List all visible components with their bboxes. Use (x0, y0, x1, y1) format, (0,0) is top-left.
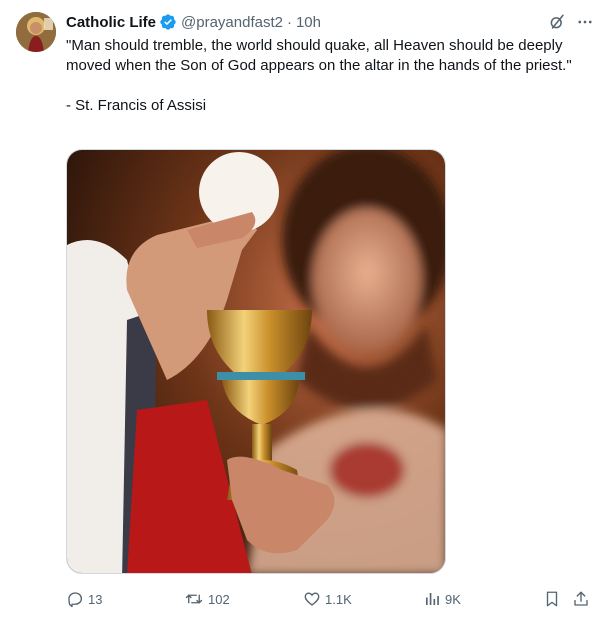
repost-icon (185, 594, 203, 604)
eucharist-chalice-photo-icon (67, 150, 445, 573)
tweet-text: "Man should tremble, the world should qu… (66, 37, 572, 114)
heart-icon (304, 592, 320, 606)
reply-count: 13 (88, 591, 103, 607)
reply-button[interactable]: 13 (66, 588, 102, 610)
reply-icon (68, 592, 83, 608)
bookmark-button[interactable] (543, 588, 561, 610)
display-name[interactable]: Catholic Life (66, 14, 156, 31)
header-actions (548, 13, 594, 31)
tweet-header: Catholic Life @prayandfast2 · 10h (66, 12, 321, 32)
handle[interactable]: @prayandfast2 (181, 14, 283, 31)
saint-portrait-icon (16, 12, 56, 52)
like-count: 1.1K (325, 591, 352, 607)
like-button[interactable]: 1.1K (303, 588, 352, 610)
share-icon (574, 591, 588, 606)
tweet-media[interactable] (66, 149, 446, 574)
share-button[interactable] (572, 588, 590, 610)
more-icon[interactable] (576, 13, 594, 31)
avatar[interactable] (16, 12, 56, 52)
action-bar: 13 102 1.1K 9K (66, 588, 592, 610)
separator: · (286, 13, 292, 31)
grok-icon[interactable] (548, 13, 566, 31)
views-button[interactable]: 9K (423, 588, 461, 610)
repost-count: 102 (208, 591, 230, 607)
tweet: Catholic Life @prayandfast2 · 10h "Man s… (0, 0, 608, 620)
analytics-icon (426, 593, 439, 605)
timestamp[interactable]: 10h (296, 14, 321, 31)
view-count: 9K (445, 591, 461, 607)
verified-badge-icon (159, 13, 177, 31)
repost-button[interactable]: 102 (184, 588, 230, 610)
bookmark-icon (546, 591, 558, 607)
